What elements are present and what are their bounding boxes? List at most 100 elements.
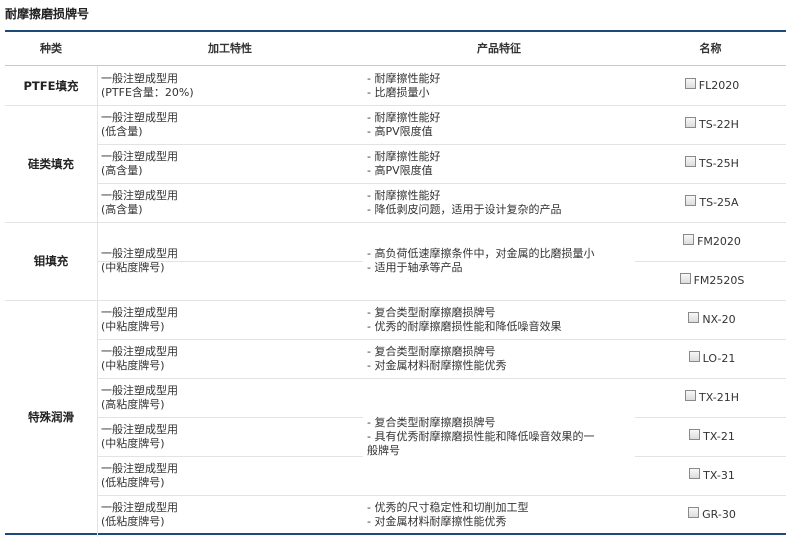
grade-checkbox[interactable] [679, 273, 691, 284]
grade-checkbox[interactable] [685, 156, 697, 167]
row-divider [97, 183, 363, 184]
grade-name: TS-22H [699, 117, 739, 131]
row-divider [363, 222, 635, 223]
row-divider [5, 300, 363, 301]
grade-name-cell: NX-20 [635, 300, 786, 339]
feature-line: - 具有优秀耐摩擦磨损性能和降低噪音效果的一 [367, 429, 595, 443]
grade-name: TX-21H [699, 390, 739, 404]
row-divider [363, 144, 635, 145]
row-divider [97, 339, 363, 340]
processing-line: (PTFE含量：20%) [101, 85, 194, 99]
row-divider [97, 144, 363, 145]
grade-name: FM2520S [693, 273, 745, 287]
row-divider [5, 65, 786, 66]
feature-line: - 复合类型耐摩擦磨损牌号 [367, 344, 496, 358]
grade-name-cell: TS-25A [635, 183, 786, 222]
features-cell: - 复合类型耐摩擦磨损牌号 - 对金属材料耐摩擦性能优秀 [363, 339, 635, 378]
processing-line: (低粘度牌号) [101, 475, 165, 489]
features-cell: - 耐摩擦性能好 - 高PV限度值 [363, 144, 635, 183]
grade-checkbox[interactable] [684, 78, 696, 89]
row-divider [363, 300, 635, 301]
grade-name: TX-31 [703, 468, 735, 482]
grade-name: LO-21 [702, 351, 736, 365]
grade-name: TS-25A [699, 195, 739, 209]
features-cell: - 耐摩擦性能好 - 高PV限度值 [363, 105, 635, 144]
processing-line: 一般注塑成型用 [101, 247, 178, 260]
processing-line: (中粘度牌号) [101, 436, 165, 450]
grade-name: TS-25H [699, 156, 739, 170]
column-divider [97, 66, 98, 537]
processing-line: 一般注塑成型用 [101, 188, 178, 202]
row-divider [635, 261, 786, 262]
header-processing: 加工特性 [208, 42, 252, 55]
row-divider [635, 417, 786, 418]
grade-name-cell: TX-21H [635, 378, 786, 417]
feature-line: - 复合类型耐摩擦磨损牌号 [367, 415, 496, 429]
feature-line: - 对金属材料耐摩擦性能优秀 [367, 358, 507, 372]
feature-line: - 比磨损量小 [367, 85, 430, 99]
feature-line: - 适用于轴承等产品 [367, 261, 463, 274]
row-divider [635, 456, 786, 457]
feature-line: - 高PV限度值 [367, 124, 433, 138]
grade-checkbox[interactable] [689, 429, 701, 440]
row-divider [635, 378, 786, 379]
feature-line: - 高PV限度值 [367, 163, 433, 177]
processing-cell: 一般注塑成型用 (中粘度牌号) [5, 300, 363, 339]
grade-name-cell: LO-21 [635, 339, 786, 378]
processing-line: 一般注塑成型用 [101, 500, 178, 514]
feature-line: - 对金属材料耐摩擦性能优秀 [367, 514, 507, 528]
feature-line: - 耐摩擦性能好 [367, 149, 441, 163]
processing-line: (高含量) [101, 163, 143, 177]
row-divider [635, 495, 786, 496]
row-divider [97, 456, 363, 457]
grade-name-cell: FL2020 [635, 66, 786, 105]
processing-line: 一般注塑成型用 [101, 305, 178, 319]
processing-cell: 一般注塑成型用 (中粘度牌号) [5, 417, 363, 456]
row-divider [363, 339, 635, 340]
row-divider [97, 417, 363, 418]
processing-cell: 一般注塑成型用 (高粘度牌号) [5, 378, 363, 417]
page-title: 耐摩擦磨损牌号 [5, 7, 90, 21]
grade-checkbox[interactable] [685, 390, 697, 401]
processing-line: (高粘度牌号) [101, 397, 165, 411]
grade-checkbox[interactable] [685, 195, 697, 206]
processing-cell: 一般注塑成型用 (低含量) [5, 105, 363, 144]
row-divider [363, 105, 635, 106]
processing-line: (中粘度牌号) [101, 319, 165, 333]
processing-line: (低粘度牌号) [101, 514, 165, 528]
processing-cell: 一般注塑成型用 (中粘度牌号) [5, 339, 363, 378]
processing-cell: 一般注塑成型用 (低粘度牌号) [5, 456, 363, 495]
header-category: 种类 [40, 42, 62, 55]
processing-cell: 一般注塑成型用 (PTFE含量：20%) [5, 66, 363, 105]
feature-line: - 耐摩擦性能好 [367, 110, 441, 124]
grade-name: GR-30 [702, 507, 736, 521]
grade-checkbox[interactable] [688, 507, 700, 518]
grade-name-cell: TX-31 [635, 456, 786, 495]
grade-checkbox[interactable] [683, 234, 695, 245]
features-cell: - 复合类型耐摩擦磨损牌号 - 优秀的耐摩擦磨损性能和降低噪音效果 [363, 300, 635, 339]
features-cell: - 耐摩擦性能好 - 降低剥皮问题，适用于设计复杂的产品 [363, 183, 635, 222]
row-divider [635, 144, 786, 145]
feature-line: - 复合类型耐摩擦磨损牌号 [367, 305, 496, 319]
feature-line: 般牌号 [367, 443, 400, 457]
processing-line: 一般注塑成型用 [101, 110, 178, 124]
processing-line: (高含量) [101, 202, 143, 216]
feature-line: - 优秀的尺寸稳定性和切削加工型 [367, 500, 529, 514]
feature-line: - 耐摩擦性能好 [367, 188, 441, 202]
grade-name-cell: FM2020 [635, 222, 786, 261]
grade-checkbox[interactable] [689, 468, 701, 479]
row-divider [635, 300, 786, 301]
grade-checkbox[interactable] [688, 351, 700, 362]
processing-line: (中粘度牌号) [101, 358, 165, 372]
row-divider [635, 183, 786, 184]
grades-table: 种类 加工特性 产品特征 名称 PTFE填充 硅类填充 钼填充 特殊润滑 一般注塑成型用 (PTF… [5, 30, 786, 537]
processing-line: 一般注塑成型用 [101, 344, 178, 358]
row-divider [635, 339, 786, 340]
grade-name-cell: TS-22H [635, 105, 786, 144]
grade-name: FM2020 [697, 234, 741, 248]
grade-name: TX-21 [703, 429, 735, 443]
grade-checkbox[interactable] [688, 312, 700, 323]
grade-checkbox[interactable] [685, 117, 697, 128]
processing-line: 一般注塑成型用 [101, 422, 178, 436]
processing-cell: 一般注塑成型用 (低粘度牌号) [5, 495, 363, 534]
